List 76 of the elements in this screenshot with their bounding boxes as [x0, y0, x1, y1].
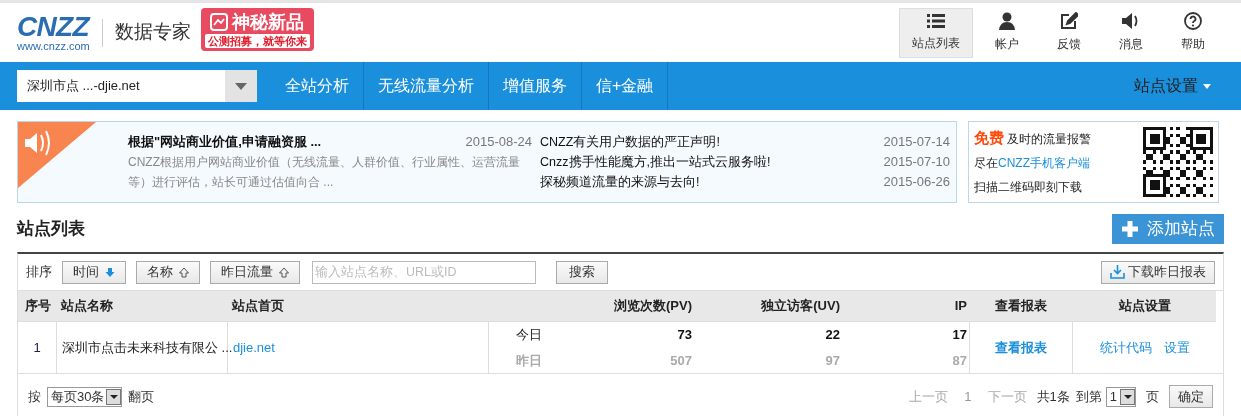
- notice-date: 2015-08-24: [465, 133, 533, 151]
- notice-summary: CNZZ根据用户网站商业价值（无线流量、人群价值、行业属性、运营流量等）进行评估，站长可通过估值向合 ...: [128, 154, 521, 191]
- edit-icon: [1060, 12, 1078, 30]
- toolbar-button[interactable]: 反馈: [1041, 7, 1097, 58]
- list-icon: [927, 13, 945, 29]
- search-button[interactable]: 搜索: [556, 260, 608, 284]
- notice-link[interactable]: Cnzz携手性能魔方,推出一站式云服务啦!: [540, 152, 884, 172]
- caret-icon: [1203, 83, 1211, 89]
- logo-text: CNZZ: [17, 13, 90, 41]
- metric-value: 97: [825, 351, 840, 370]
- period-label: 昨日: [516, 351, 542, 370]
- notice-date: 2015-07-10: [883, 153, 950, 171]
- metric-value: 87: [952, 351, 967, 370]
- column-header: 序号: [18, 291, 57, 321]
- toolbar-button[interactable]: 站点列表: [899, 7, 973, 58]
- metric-value: 17: [952, 326, 967, 344]
- column-header: 站点名称: [57, 291, 228, 321]
- user-icon: [999, 12, 1015, 30]
- download-report-button[interactable]: 下载昨日报表: [1101, 260, 1215, 284]
- column-header: 浏览次数(PV): [569, 291, 694, 321]
- metric-value: 507: [670, 351, 692, 370]
- notice-link[interactable]: 探秘频道流量的来源与去向!: [540, 172, 884, 192]
- sort-button[interactable]: 时间: [62, 260, 126, 284]
- toolbar-button[interactable]: 消息: [1103, 7, 1159, 58]
- column-header: 查看报表: [969, 291, 1073, 321]
- action-link[interactable]: 设置: [1163, 337, 1190, 358]
- page-select[interactable]: 1: [1105, 386, 1136, 407]
- app-link[interactable]: CNZZ手机客户端: [998, 155, 1090, 170]
- metric-value: 22: [825, 326, 840, 344]
- homepage-link[interactable]: djie.net: [233, 337, 275, 358]
- app-card-text: 及时的流量报警: [1007, 131, 1092, 146]
- confirm-button[interactable]: 确定: [1169, 385, 1213, 408]
- column-header: 站点设置: [1073, 291, 1216, 321]
- product-name: 数据专家: [114, 20, 191, 45]
- promo-banner[interactable]: 神秘新品 公测招募，就等你来: [200, 8, 314, 51]
- notice-date: 2015-06-26: [883, 173, 950, 191]
- toolbar-button[interactable]: 帮助: [1165, 7, 1221, 58]
- download-icon: [1110, 265, 1125, 279]
- help-icon: [1184, 12, 1202, 30]
- notice-link[interactable]: CNZZ有关用户数据的严正声明!: [540, 132, 884, 152]
- page-size-select[interactable]: 每页30条: [47, 386, 123, 407]
- promo-subtitle: 公测招募，就等你来: [204, 34, 310, 48]
- nav-tab[interactable]: 全站分析: [285, 62, 364, 110]
- column-header: IP: [842, 291, 969, 321]
- metric-value: 73: [677, 326, 692, 344]
- action-link[interactable]: 统计代码: [1099, 337, 1152, 358]
- sort-label: 排序: [26, 263, 52, 282]
- pager-text: 按: [28, 387, 41, 406]
- site-select[interactable]: 深圳市点 ...-djie.net: [17, 70, 257, 102]
- free-label: 免费: [974, 128, 1004, 146]
- sort-button[interactable]: 名称: [136, 260, 200, 284]
- nav-tab[interactable]: 信+金融: [582, 62, 669, 110]
- app-card-text: 扫描二维码即刻下载: [974, 178, 1083, 196]
- search-field[interactable]: 输入站点名称、URL或ID: [312, 260, 536, 284]
- pager-text: 翻页: [128, 387, 155, 406]
- settings-menu[interactable]: 站点设置: [1134, 74, 1211, 98]
- notice-title[interactable]: 根据"网站商业价值,申请融资服 ...: [128, 132, 466, 152]
- nav-tab[interactable]: 无线流量分析: [364, 62, 489, 110]
- toolbar-button[interactable]: 帐户: [979, 7, 1035, 58]
- nav-tab[interactable]: 增值服务: [489, 62, 582, 110]
- qr-code: [1143, 127, 1213, 197]
- pager-text: 到第: [1075, 387, 1102, 406]
- app-card-text: 尽在: [974, 155, 998, 170]
- promo-title: 神秘新品: [210, 10, 305, 34]
- sort-button[interactable]: 昨日流量: [210, 260, 300, 284]
- pager-text: 页: [1146, 387, 1159, 406]
- chart-icon: [210, 13, 229, 31]
- plus-icon: [1121, 221, 1138, 237]
- period-label: 今日: [516, 326, 542, 344]
- total-count: 共1条: [1036, 387, 1070, 406]
- section-title: 站点列表: [17, 218, 85, 241]
- notice-date: 2015-07-14: [883, 133, 950, 151]
- column-header: 独立访客(UV): [694, 291, 842, 321]
- logo-url: www.cnzz.com: [17, 41, 90, 52]
- table-cell: 1: [18, 321, 57, 373]
- column-header: 站点首页: [228, 291, 569, 321]
